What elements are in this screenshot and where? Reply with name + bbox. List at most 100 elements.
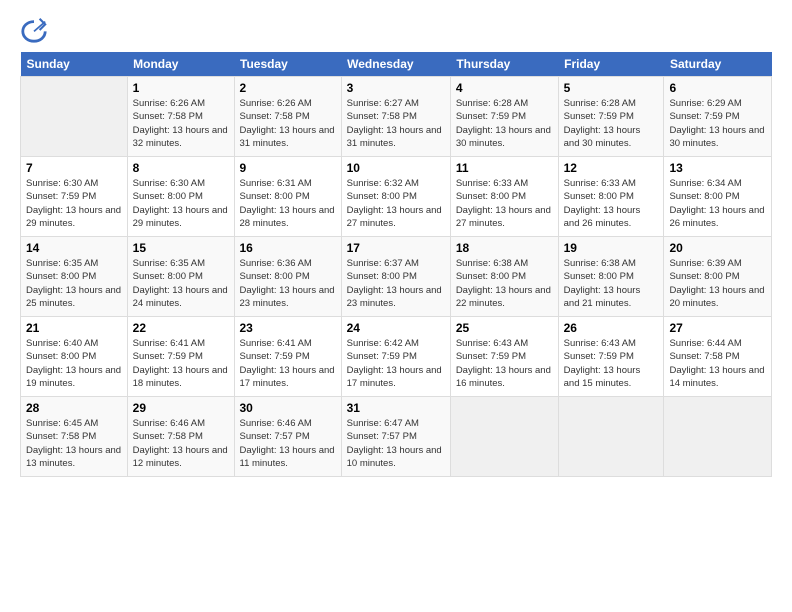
day-info: Sunrise: 6:43 AMSunset: 7:59 PMDaylight:… bbox=[564, 337, 659, 390]
calendar-cell: 2 Sunrise: 6:26 AMSunset: 7:58 PMDaylight… bbox=[234, 77, 341, 157]
day-number: 16 bbox=[240, 241, 336, 255]
calendar-cell: 25 Sunrise: 6:43 AMSunset: 7:59 PMDayligh… bbox=[450, 317, 558, 397]
day-info: Sunrise: 6:41 AMSunset: 7:59 PMDaylight:… bbox=[240, 337, 336, 390]
day-info: Sunrise: 6:28 AMSunset: 7:59 PMDaylight:… bbox=[456, 97, 553, 150]
day-number: 23 bbox=[240, 321, 336, 335]
calendar-cell bbox=[664, 397, 772, 477]
day-number: 17 bbox=[347, 241, 445, 255]
day-info: Sunrise: 6:26 AMSunset: 7:58 PMDaylight:… bbox=[133, 97, 229, 150]
day-number: 28 bbox=[26, 401, 122, 415]
day-number: 24 bbox=[347, 321, 445, 335]
day-info: Sunrise: 6:40 AMSunset: 8:00 PMDaylight:… bbox=[26, 337, 122, 390]
calendar-cell: 18Sunrise: 6:38 AMSunset: 8:00 PMDayligh… bbox=[450, 237, 558, 317]
day-number: 14 bbox=[26, 241, 122, 255]
day-number: 3 bbox=[347, 81, 445, 95]
calendar-week-row: 1 Sunrise: 6:26 AMSunset: 7:58 PMDaylight… bbox=[21, 77, 772, 157]
day-number: 10 bbox=[347, 161, 445, 175]
day-number: 29 bbox=[133, 401, 229, 415]
day-header: Sunday bbox=[21, 52, 128, 77]
calendar-cell: 10Sunrise: 6:32 AMSunset: 8:00 PMDayligh… bbox=[341, 157, 450, 237]
day-number: 19 bbox=[564, 241, 659, 255]
calendar-cell: 6Sunrise: 6:29 AMSunset: 7:59 PMDaylight… bbox=[664, 77, 772, 157]
calendar-cell bbox=[450, 397, 558, 477]
day-info: Sunrise: 6:44 AMSunset: 7:58 PMDaylight:… bbox=[669, 337, 766, 390]
calendar-cell: 17 Sunrise: 6:37 AMSunset: 8:00 PMDayligh… bbox=[341, 237, 450, 317]
day-number: 2 bbox=[240, 81, 336, 95]
calendar-cell: 8 Sunrise: 6:30 AMSunset: 8:00 PMDaylight… bbox=[127, 157, 234, 237]
day-info: Sunrise: 6:42 AMSunset: 7:59 PMDaylight:… bbox=[347, 337, 445, 390]
calendar-cell: 22 Sunrise: 6:41 AMSunset: 7:59 PMDayligh… bbox=[127, 317, 234, 397]
day-header: Friday bbox=[558, 52, 664, 77]
day-info: Sunrise: 6:34 AMSunset: 8:00 PMDaylight:… bbox=[669, 177, 766, 230]
day-number: 1 bbox=[133, 81, 229, 95]
calendar-cell: 3 Sunrise: 6:27 AMSunset: 7:58 PMDaylight… bbox=[341, 77, 450, 157]
calendar-cell: 28Sunrise: 6:45 AMSunset: 7:58 PMDayligh… bbox=[21, 397, 128, 477]
day-header: Wednesday bbox=[341, 52, 450, 77]
day-info: Sunrise: 6:38 AMSunset: 8:00 PMDaylight:… bbox=[456, 257, 553, 310]
day-number: 11 bbox=[456, 161, 553, 175]
header-area bbox=[20, 16, 772, 44]
day-info: Sunrise: 6:37 AMSunset: 8:00 PMDaylight:… bbox=[347, 257, 445, 310]
day-number: 30 bbox=[240, 401, 336, 415]
calendar-cell bbox=[21, 77, 128, 157]
calendar-cell: 11 Sunrise: 6:33 AMSunset: 8:00 PMDayligh… bbox=[450, 157, 558, 237]
day-info: Sunrise: 6:26 AMSunset: 7:58 PMDaylight:… bbox=[240, 97, 336, 150]
day-info: Sunrise: 6:35 AMSunset: 8:00 PMDaylight:… bbox=[133, 257, 229, 310]
day-info: Sunrise: 6:43 AMSunset: 7:59 PMDaylight:… bbox=[456, 337, 553, 390]
day-info: Sunrise: 6:31 AMSunset: 8:00 PMDaylight:… bbox=[240, 177, 336, 230]
calendar-cell: 14 Sunrise: 6:35 AMSunset: 8:00 PMDayligh… bbox=[21, 237, 128, 317]
day-info: Sunrise: 6:41 AMSunset: 7:59 PMDaylight:… bbox=[133, 337, 229, 390]
calendar-cell: 7 Sunrise: 6:30 AMSunset: 7:59 PMDaylight… bbox=[21, 157, 128, 237]
calendar-table: SundayMondayTuesdayWednesdayThursdayFrid… bbox=[20, 52, 772, 477]
calendar-cell: 24 Sunrise: 6:42 AMSunset: 7:59 PMDayligh… bbox=[341, 317, 450, 397]
day-number: 20 bbox=[669, 241, 766, 255]
calendar-week-row: 28Sunrise: 6:45 AMSunset: 7:58 PMDayligh… bbox=[21, 397, 772, 477]
calendar-cell bbox=[558, 397, 664, 477]
calendar-cell: 1 Sunrise: 6:26 AMSunset: 7:58 PMDaylight… bbox=[127, 77, 234, 157]
day-number: 21 bbox=[26, 321, 122, 335]
calendar-cell: 29 Sunrise: 6:46 AMSunset: 7:58 PMDayligh… bbox=[127, 397, 234, 477]
day-header: Thursday bbox=[450, 52, 558, 77]
calendar-cell: 27 Sunrise: 6:44 AMSunset: 7:58 PMDayligh… bbox=[664, 317, 772, 397]
day-number: 4 bbox=[456, 81, 553, 95]
calendar-week-row: 21 Sunrise: 6:40 AMSunset: 8:00 PMDayligh… bbox=[21, 317, 772, 397]
calendar-week-row: 7 Sunrise: 6:30 AMSunset: 7:59 PMDaylight… bbox=[21, 157, 772, 237]
calendar-cell: 4 Sunrise: 6:28 AMSunset: 7:59 PMDaylight… bbox=[450, 77, 558, 157]
calendar-week-row: 14 Sunrise: 6:35 AMSunset: 8:00 PMDayligh… bbox=[21, 237, 772, 317]
day-header: Tuesday bbox=[234, 52, 341, 77]
day-info: Sunrise: 6:33 AMSunset: 8:00 PMDaylight:… bbox=[564, 177, 659, 230]
page: SundayMondayTuesdayWednesdayThursdayFrid… bbox=[0, 0, 792, 612]
calendar-cell: 15 Sunrise: 6:35 AMSunset: 8:00 PMDayligh… bbox=[127, 237, 234, 317]
day-info: Sunrise: 6:35 AMSunset: 8:00 PMDaylight:… bbox=[26, 257, 122, 310]
calendar-cell: 30Sunrise: 6:46 AMSunset: 7:57 PMDayligh… bbox=[234, 397, 341, 477]
logo bbox=[20, 16, 52, 44]
day-number: 5 bbox=[564, 81, 659, 95]
day-info: Sunrise: 6:30 AMSunset: 7:59 PMDaylight:… bbox=[26, 177, 122, 230]
day-number: 15 bbox=[133, 241, 229, 255]
calendar-cell: 23 Sunrise: 6:41 AMSunset: 7:59 PMDayligh… bbox=[234, 317, 341, 397]
day-number: 26 bbox=[564, 321, 659, 335]
day-number: 13 bbox=[669, 161, 766, 175]
calendar-cell: 20Sunrise: 6:39 AMSunset: 8:00 PMDayligh… bbox=[664, 237, 772, 317]
day-info: Sunrise: 6:27 AMSunset: 7:58 PMDaylight:… bbox=[347, 97, 445, 150]
day-number: 27 bbox=[669, 321, 766, 335]
day-info: Sunrise: 6:46 AMSunset: 7:58 PMDaylight:… bbox=[133, 417, 229, 470]
day-number: 7 bbox=[26, 161, 122, 175]
calendar-cell: 19 Sunrise: 6:38 AMSunset: 8:00 PMDayligh… bbox=[558, 237, 664, 317]
day-info: Sunrise: 6:36 AMSunset: 8:00 PMDaylight:… bbox=[240, 257, 336, 310]
day-number: 25 bbox=[456, 321, 553, 335]
day-number: 9 bbox=[240, 161, 336, 175]
day-number: 8 bbox=[133, 161, 229, 175]
day-info: Sunrise: 6:38 AMSunset: 8:00 PMDaylight:… bbox=[564, 257, 659, 310]
day-info: Sunrise: 6:33 AMSunset: 8:00 PMDaylight:… bbox=[456, 177, 553, 230]
day-info: Sunrise: 6:28 AMSunset: 7:59 PMDaylight:… bbox=[564, 97, 659, 150]
calendar-cell: 12Sunrise: 6:33 AMSunset: 8:00 PMDayligh… bbox=[558, 157, 664, 237]
calendar-cell: 16 Sunrise: 6:36 AMSunset: 8:00 PMDayligh… bbox=[234, 237, 341, 317]
day-header: Saturday bbox=[664, 52, 772, 77]
header-row: SundayMondayTuesdayWednesdayThursdayFrid… bbox=[21, 52, 772, 77]
day-info: Sunrise: 6:47 AMSunset: 7:57 PMDaylight:… bbox=[347, 417, 445, 470]
calendar-cell: 5 Sunrise: 6:28 AMSunset: 7:59 PMDaylight… bbox=[558, 77, 664, 157]
day-number: 22 bbox=[133, 321, 229, 335]
day-number: 6 bbox=[669, 81, 766, 95]
day-info: Sunrise: 6:30 AMSunset: 8:00 PMDaylight:… bbox=[133, 177, 229, 230]
